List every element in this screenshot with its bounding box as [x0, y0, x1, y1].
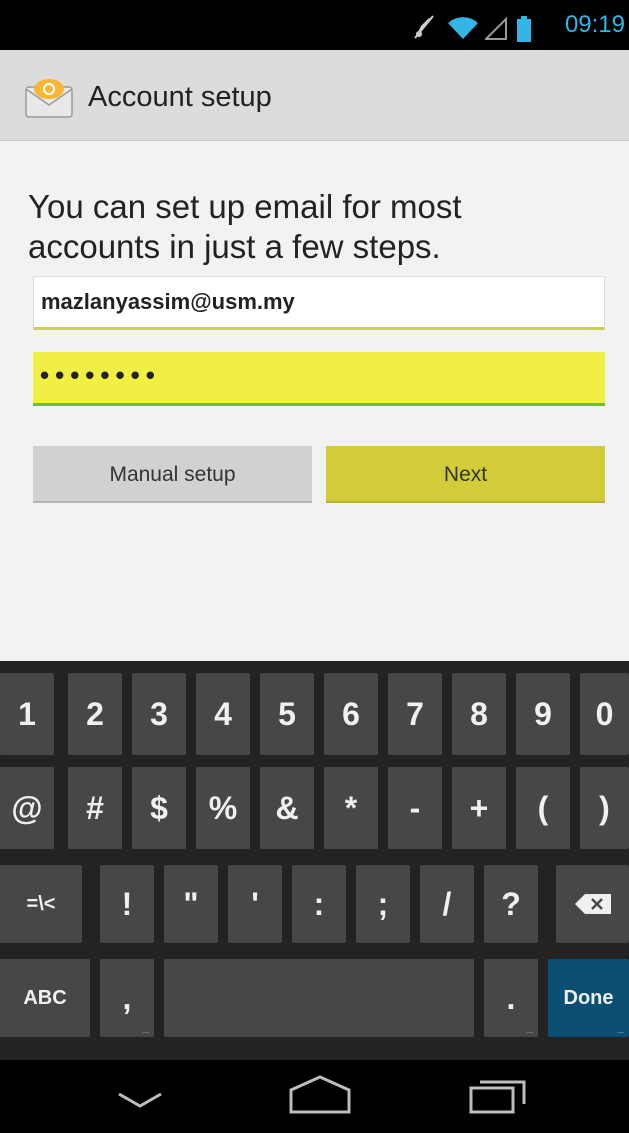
- battery-icon: [517, 16, 531, 42]
- key-3[interactable]: 3: [132, 673, 186, 755]
- key-9[interactable]: 9: [516, 673, 570, 755]
- password-value: ••••••••: [40, 360, 161, 390]
- screen: 09:19 Account setup You can set up email…: [0, 0, 629, 1133]
- key-plus[interactable]: +: [452, 767, 506, 849]
- key-open-paren[interactable]: (: [516, 767, 570, 849]
- email-app-icon[interactable]: [24, 77, 74, 119]
- home-icon[interactable]: [288, 1074, 352, 1119]
- email-field[interactable]: mazlanyassim@usm.my: [33, 276, 605, 330]
- action-bar: Account setup: [0, 50, 629, 141]
- key-comma[interactable]: , _: [100, 959, 154, 1037]
- key-hint-icon: _: [617, 1020, 624, 1034]
- signal-icon: [485, 16, 507, 40]
- key-more-symbols[interactable]: =\<: [0, 865, 82, 943]
- key-question[interactable]: ?: [484, 865, 538, 943]
- key-semicolon[interactable]: ;: [356, 865, 410, 943]
- key-6[interactable]: 6: [324, 673, 378, 755]
- key-apostrophe[interactable]: ': [228, 865, 282, 943]
- key-hint-icon: _: [142, 1020, 149, 1034]
- manual-setup-button[interactable]: Manual setup: [33, 446, 312, 503]
- status-time: 09:19: [564, 11, 625, 38]
- key-comma-label: ,: [122, 979, 132, 1016]
- key-minus[interactable]: -: [388, 767, 442, 849]
- next-button[interactable]: Next: [326, 446, 605, 503]
- key-exclamation[interactable]: !: [100, 865, 154, 943]
- key-ampersand[interactable]: &: [260, 767, 314, 849]
- status-bar: 09:19: [0, 0, 629, 50]
- account-setup-form: You can set up email for most accounts i…: [0, 141, 629, 661]
- key-period[interactable]: . _: [484, 959, 538, 1037]
- key-1[interactable]: 1: [0, 673, 54, 755]
- intro-text: You can set up email for most accounts i…: [28, 188, 462, 265]
- email-value: mazlanyassim@usm.my: [41, 289, 295, 314]
- space-key[interactable]: [164, 959, 474, 1037]
- key-asterisk[interactable]: *: [324, 767, 378, 849]
- key-2[interactable]: 2: [68, 673, 122, 755]
- done-key[interactable]: Done _: [548, 959, 629, 1037]
- page-title: Account setup: [88, 81, 272, 113]
- recent-apps-icon[interactable]: [468, 1074, 528, 1119]
- key-percent[interactable]: %: [196, 767, 250, 849]
- mute-icon: [413, 14, 435, 40]
- back-icon[interactable]: [116, 1090, 164, 1115]
- wifi-icon: [447, 15, 479, 41]
- key-period-label: .: [506, 979, 516, 1016]
- key-0[interactable]: 0: [580, 673, 629, 755]
- key-hash[interactable]: #: [68, 767, 122, 849]
- key-dollar[interactable]: $: [132, 767, 186, 849]
- key-close-paren[interactable]: ): [580, 767, 629, 849]
- key-slash[interactable]: /: [420, 865, 474, 943]
- key-7[interactable]: 7: [388, 673, 442, 755]
- navigation-bar: [0, 1060, 629, 1133]
- backspace-icon: [574, 894, 611, 914]
- key-colon[interactable]: :: [292, 865, 346, 943]
- key-hint-icon: _: [526, 1020, 533, 1034]
- backspace-key[interactable]: [556, 865, 629, 943]
- key-8[interactable]: 8: [452, 673, 506, 755]
- keyboard: 1 2 3 4 5 6 7 8 9 0 @ # $ % & * - + ( ) …: [0, 661, 629, 1060]
- key-at[interactable]: @: [0, 767, 54, 849]
- key-4[interactable]: 4: [196, 673, 250, 755]
- password-field[interactable]: ••••••••: [33, 352, 605, 406]
- key-abc[interactable]: ABC: [0, 959, 90, 1037]
- done-label: Done: [563, 986, 614, 1009]
- key-5[interactable]: 5: [260, 673, 314, 755]
- key-double-quote[interactable]: ": [164, 865, 218, 943]
